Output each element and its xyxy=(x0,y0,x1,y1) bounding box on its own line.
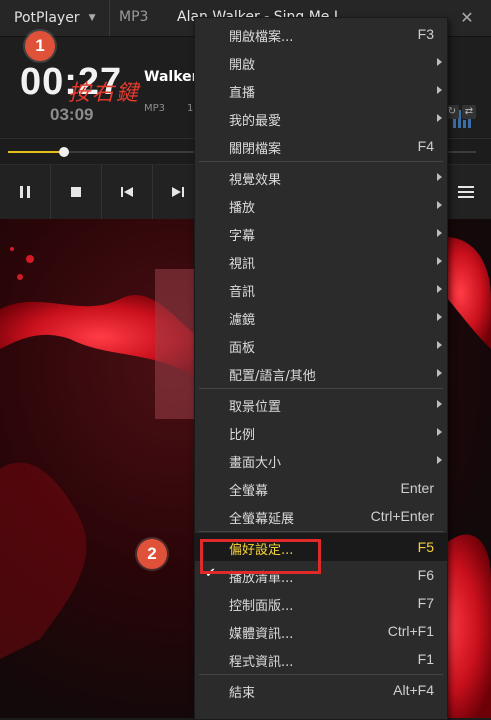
submenu-arrow-icon xyxy=(437,173,442,181)
menu-item[interactable]: 控制面版... F7 xyxy=(195,589,447,617)
menu-item-label: 字幕 xyxy=(229,229,256,244)
menu-icon xyxy=(458,186,474,198)
seek-handle[interactable] xyxy=(59,147,70,157)
menu-item[interactable]: 取景位置 xyxy=(195,390,447,418)
menu-separator xyxy=(199,388,443,389)
context-menu: 開啟檔案... F3 開啟直播我的最愛關閉檔案 F4 視覺效果播放字幕視訊音訊濾鏡面板配… xyxy=(194,17,448,720)
menu-separator xyxy=(199,674,443,675)
menu-item[interactable]: 我的最愛 xyxy=(195,104,447,132)
menu-item-shortcut: F7 xyxy=(417,595,434,611)
step-badge-1: 1 xyxy=(25,31,55,61)
pause-button[interactable] xyxy=(0,165,51,219)
menu-item-shortcut: F3 xyxy=(417,26,434,42)
previous-icon xyxy=(121,187,133,197)
menu-item[interactable]: 媒體資訊... Ctrl+F1 xyxy=(195,617,447,645)
track-artist: Walker xyxy=(144,69,199,85)
menu-item[interactable]: 程式資訊... F1 xyxy=(195,645,447,673)
menu-item-label: 媒體資訊... xyxy=(229,627,294,642)
next-icon xyxy=(172,187,184,197)
menu-item-label: 關閉檔案 xyxy=(229,142,282,157)
menu-item-label: 取景位置 xyxy=(229,400,282,415)
menu-item-label: 直播 xyxy=(229,86,256,101)
submenu-arrow-icon xyxy=(437,369,442,377)
menu-item[interactable]: 畫面大小 xyxy=(195,446,447,474)
submenu-arrow-icon xyxy=(437,86,442,94)
submenu-arrow-icon xyxy=(437,58,442,66)
menu-item[interactable]: 面板 xyxy=(195,331,447,359)
menu-item[interactable]: 字幕 xyxy=(195,219,447,247)
close-icon[interactable]: ✕ xyxy=(455,6,479,30)
menu-item-label: 濾鏡 xyxy=(229,313,256,328)
app-menu-button[interactable]: PotPlayer ▼ xyxy=(0,0,110,36)
submenu-arrow-icon xyxy=(437,257,442,265)
seek-progress xyxy=(8,151,65,153)
menu-item-shortcut: Alt+F4 xyxy=(393,682,434,698)
menu-item[interactable]: 全螢幕延展 Ctrl+Enter xyxy=(195,502,447,530)
menu-item-shortcut: Ctrl+F1 xyxy=(387,623,434,639)
menu-item[interactable]: 關閉檔案 F4 xyxy=(195,132,447,160)
menu-item[interactable]: 開啟 xyxy=(195,48,447,76)
menu-item[interactable]: 視訊 xyxy=(195,247,447,275)
stop-icon xyxy=(71,187,81,197)
menu-separator xyxy=(199,531,443,532)
format-tab[interactable]: MP3 xyxy=(119,9,148,25)
menu-item-label: 播放 xyxy=(229,201,256,216)
menu-item-label: 比例 xyxy=(229,428,256,443)
previous-button[interactable] xyxy=(102,165,153,219)
track-format: MP3 xyxy=(144,103,166,114)
menu-item-label: 我的最愛 xyxy=(229,114,282,129)
submenu-arrow-icon xyxy=(437,201,442,209)
menu-item[interactable]: 音訊 xyxy=(195,275,447,303)
menu-item-label: 程式資訊... xyxy=(229,655,294,670)
menu-item-label: 開啟 xyxy=(229,58,256,73)
menu-item[interactable]: 全螢幕 Enter xyxy=(195,474,447,502)
menu-item[interactable]: 視覺效果 xyxy=(195,163,447,191)
menu-item-label: 視覺效果 xyxy=(229,173,282,188)
step-badge-2: 2 xyxy=(137,539,167,569)
annotation-highlight-box xyxy=(200,539,321,574)
menu-item-label: 面板 xyxy=(229,341,256,356)
submenu-arrow-icon xyxy=(437,456,442,464)
submenu-arrow-icon xyxy=(437,229,442,237)
pause-icon xyxy=(20,186,30,198)
menu-item-label: 控制面版... xyxy=(229,599,294,614)
menu-item[interactable]: 濾鏡 xyxy=(195,303,447,331)
shuffle-icon[interactable]: ⇄ xyxy=(462,105,476,119)
submenu-arrow-icon xyxy=(437,428,442,436)
app-name: PotPlayer xyxy=(14,10,80,26)
chevron-down-icon: ▼ xyxy=(88,13,96,23)
menu-item[interactable]: 比例 xyxy=(195,418,447,446)
submenu-arrow-icon xyxy=(437,400,442,408)
menu-item-label: 全螢幕延展 xyxy=(229,512,295,527)
stop-button[interactable] xyxy=(51,165,102,219)
menu-item[interactable]: 播放 xyxy=(195,191,447,219)
menu-item[interactable]: 結束 Alt+F4 xyxy=(195,676,447,704)
menu-item-shortcut: Enter xyxy=(400,480,434,496)
menu-item-shortcut: Ctrl+Enter xyxy=(370,508,434,524)
menu-item-label: 配置/語言/其他 xyxy=(229,369,316,384)
submenu-arrow-icon xyxy=(437,285,442,293)
menu-item-shortcut: F4 xyxy=(417,138,434,154)
menu-item-shortcut: F6 xyxy=(417,567,434,583)
submenu-arrow-icon xyxy=(437,341,442,349)
submenu-arrow-icon xyxy=(437,313,442,321)
menu-item-shortcut: F1 xyxy=(417,651,434,667)
total-time: 03:09 xyxy=(50,105,94,124)
menu-item-label: 結束 xyxy=(229,686,256,701)
annotation-right-click: 按右鍵 xyxy=(68,81,141,106)
menu-item-label: 全螢幕 xyxy=(229,484,269,499)
menu-item[interactable]: 直播 xyxy=(195,76,447,104)
submenu-arrow-icon xyxy=(437,114,442,122)
menu-item[interactable]: 配置/語言/其他 xyxy=(195,359,447,387)
menu-item-label: 畫面大小 xyxy=(229,456,282,471)
track-channel: 1 xyxy=(187,103,194,114)
menu-item-shortcut: F5 xyxy=(417,539,434,555)
menu-item-label: 視訊 xyxy=(229,257,256,272)
menu-item[interactable]: 開啟檔案... F3 xyxy=(195,20,447,48)
menu-item-label: 開啟檔案... xyxy=(229,30,294,45)
menu-item-label: 音訊 xyxy=(229,285,256,300)
menu-separator xyxy=(199,161,443,162)
